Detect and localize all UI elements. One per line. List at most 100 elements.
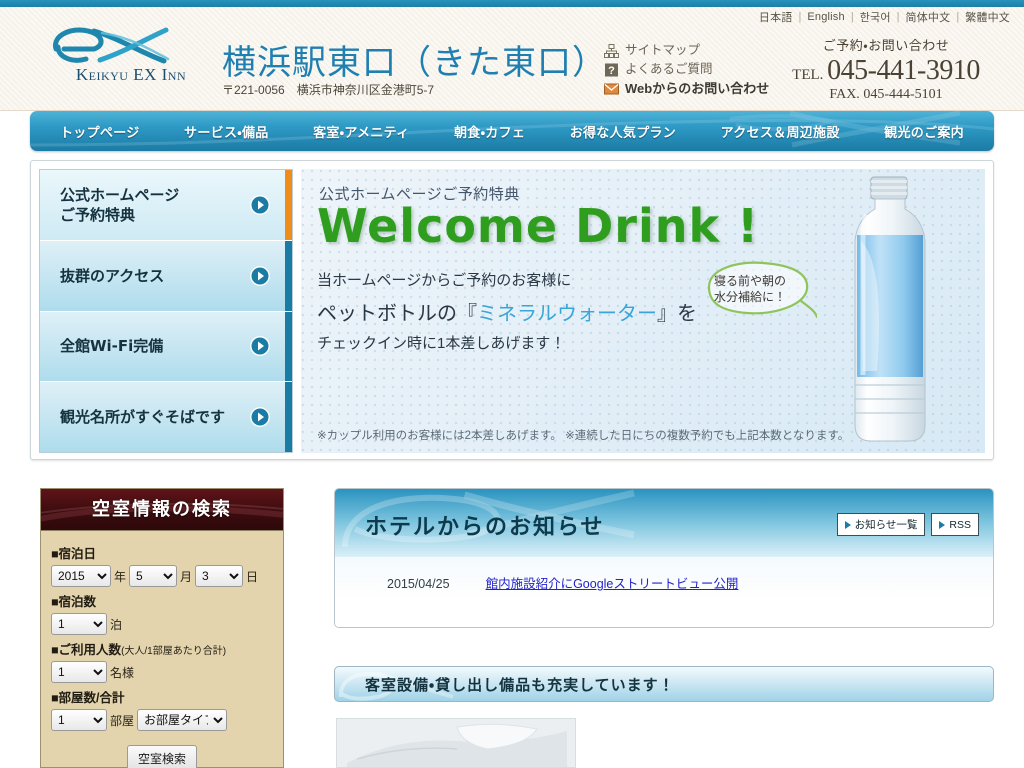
rss-button[interactable]: RSS [931, 513, 979, 536]
news-panel: ホテルからのお知らせ お知らせ一覧 RSS 2015/04/25 館内施設紹介に… [334, 488, 994, 628]
news-list-button[interactable]: お知らせ一覧 [836, 513, 926, 536]
hero-tab-wifi-label: 全館Wi-Fi完備 [60, 337, 164, 356]
site-header: 日本語 | English | 한국어 | 简体中文 | 繁體中文 Keikyu… [0, 7, 1024, 111]
guests-select[interactable]: 1 [51, 661, 107, 683]
site-logo[interactable]: Keikyu EX Inn [36, 23, 226, 99]
news-panel-header: ホテルからのお知らせ お知らせ一覧 RSS [335, 489, 993, 557]
guests-row: 1 名様 [51, 661, 273, 683]
news-list: 2015/04/25 館内施設紹介にGoogleストリートビュー公開 [335, 557, 993, 627]
triangle-right-icon [844, 520, 851, 529]
nav-item-top[interactable]: トップページ [60, 122, 140, 141]
contact-block: ご予約・お問い合わせ TEL. 045-441-3910 FAX. 045-44… [764, 35, 1008, 103]
main-navigation: トップページ サービス・備品 客室・アメニティ 朝食・カフェ お得な人気プラン … [30, 111, 994, 151]
year-unit: 年 [114, 569, 127, 584]
contact-label: ご予約・お問い合わせ [822, 38, 950, 53]
hero-tab-sightseeing-label: 観光名所がすぐそばです [60, 408, 226, 427]
search-panel-title: 空室情報の検索 [92, 499, 232, 520]
room-type-select[interactable]: お部屋タイプ指定 [137, 709, 228, 731]
hero-section: 公式ホームページ ご予約特典 抜群のアクセス 全館Wi-Fi完備 観光名所がすぐ… [30, 160, 994, 460]
rooms-select[interactable]: 1 [51, 709, 107, 731]
day-select[interactable]: 3 [195, 565, 244, 587]
utility-link-sitemap[interactable]: サイトマップ [604, 41, 769, 60]
guests-label-main: ■ご利用人数 [51, 643, 122, 657]
hotel-name: 横浜駅東口（きた東口） [222, 43, 607, 83]
lang-separator: | [798, 11, 802, 23]
hotel-zip: 〒221-0056 [222, 83, 285, 97]
nights-select[interactable]: 1 [51, 613, 107, 635]
ex-logo-mark [53, 27, 170, 64]
pillow-illustration [337, 719, 575, 767]
nav-item-sightseeing[interactable]: 観光のご案内 [884, 122, 964, 141]
nav-item-breakfast[interactable]: 朝食・カフェ [454, 122, 525, 141]
news-list-button-label: お知らせ一覧 [854, 519, 918, 531]
hotel-address-text: 横浜市神奈川区金港町5-7 [296, 83, 435, 97]
hero-tab-official-benefit-label: 公式ホームページ ご予約特典 [60, 185, 180, 224]
lang-separator: | [956, 11, 960, 23]
top-accent-rule [0, 0, 1024, 7]
guests-unit: 名様 [110, 665, 135, 680]
question-icon: ? [605, 63, 618, 77]
utility-link-webcontact[interactable]: Webからのお問い合わせ [604, 79, 769, 98]
rooms-row: 1 部屋 お部屋タイプ指定 [51, 709, 273, 731]
stay-date-label: ■宿泊日 [51, 547, 97, 561]
hero-banner-line2-prefix: ペットボトルの『 [317, 303, 477, 325]
rooms-label: ■部屋数/合計 [51, 691, 125, 705]
arrow-circle-icon [250, 265, 270, 286]
lang-link-zh-tw[interactable]: 繁體中文 [965, 9, 1010, 25]
guests-label-sub: (大人/1部屋あたり合計) [121, 646, 227, 657]
year-select[interactable]: 2015 [51, 565, 111, 587]
hero-tab-edge [285, 311, 292, 382]
hero-banner-notes: ※カップル利用のお客様には2本差しあげます。 ※連続した日にちの複数予約でも上記… [317, 430, 850, 442]
search-submit-button[interactable]: 空室検索 [126, 745, 197, 768]
hero-tab-official-benefit[interactable]: 公式ホームページ ご予約特典 [40, 170, 292, 241]
rss-button-label: RSS [949, 518, 971, 531]
tel-number: 045-441-3910 [827, 55, 980, 86]
sitemap-icon [604, 43, 619, 58]
nights-label: ■宿泊数 [51, 595, 97, 609]
lang-link-en[interactable]: English [807, 11, 844, 23]
hero-banner-line3: チェックイン時に1本差しあげます！ [317, 335, 566, 352]
hero-tab-active-edge [285, 170, 292, 240]
page-root: 日本語 | English | 한국어 | 简体中文 | 繁體中文 Keikyu… [0, 0, 1024, 768]
svg-text:?: ? [608, 65, 615, 77]
lang-link-ko[interactable]: 한국어 [860, 9, 891, 25]
utility-link-faq-label: よくあるご質問 [625, 62, 713, 76]
hero-tab-wifi[interactable]: 全館Wi-Fi完備 [40, 311, 292, 383]
search-panel-body: ■宿泊日 2015 年 5 月 3 日 ■宿泊数 1 泊 ■ご利用人数(大人/1… [41, 531, 283, 768]
logo-wordmark: Keikyu EX Inn [75, 65, 187, 84]
hero-tab-sightseeing[interactable]: 観光名所がすぐそばです [40, 382, 292, 452]
arrow-circle-icon [250, 336, 270, 357]
lang-separator: | [896, 11, 900, 23]
fax-number: 045-444-5101 [863, 87, 943, 102]
hero-banner-line2-suffix: 』を [657, 303, 697, 325]
lower-content: 空室情報の検索 ■宿泊日 2015 年 5 月 3 日 ■宿泊数 1 泊 ■ご利… [0, 470, 1024, 768]
hero-banner-line1: 当ホームページからご予約のお客様に [317, 272, 572, 289]
month-select[interactable]: 5 [129, 565, 178, 587]
hero-banner[interactable]: 公式ホームページご予約特典 Welcome Drink ! 当ホームページからご… [301, 169, 985, 453]
water-bottle-image [854, 176, 926, 442]
news-panel-title: ホテルからのお知らせ [365, 515, 605, 540]
hero-tab-access[interactable]: 抜群のアクセス [40, 240, 292, 312]
nav-item-service[interactable]: サービス・備品 [184, 122, 269, 141]
search-panel-header: 空室情報の検索 [41, 489, 283, 531]
news-item-link[interactable]: 館内施設紹介にGoogleストリートビュー公開 [486, 573, 739, 592]
section-heading-bar: 客室設備・貸し出し備品も充実しています！ [334, 666, 994, 702]
nav-item-plans[interactable]: お得な人気プラン [570, 122, 676, 141]
lang-link-zh-cn[interactable]: 简体中文 [906, 9, 951, 25]
section-heading-title: 客室設備・貸し出し備品も充実しています！ [365, 676, 675, 694]
mail-icon [604, 83, 619, 94]
language-switcher[interactable]: 日本語 | English | 한국어 | 简体中文 | 繁體中文 [759, 9, 1010, 25]
availability-search-panel: 空室情報の検索 ■宿泊日 2015 年 5 月 3 日 ■宿泊数 1 泊 ■ご利… [40, 488, 284, 768]
fax-prefix: FAX. [829, 87, 860, 102]
news-header-buttons: お知らせ一覧 RSS [836, 513, 979, 536]
triangle-right-icon [939, 520, 946, 529]
utility-link-faq[interactable]: ? よくあるご質問 [604, 60, 769, 79]
search-submit-wrap: 空室検索 [51, 745, 273, 768]
news-item: 2015/04/25 館内施設紹介にGoogleストリートビュー公開 [387, 573, 993, 592]
tel-prefix: TEL. [792, 67, 824, 83]
nav-item-access[interactable]: アクセス＆周辺施設 [721, 122, 840, 141]
lang-link-ja[interactable]: 日本語 [759, 9, 793, 25]
arrow-circle-icon [250, 194, 270, 215]
nights-unit: 泊 [110, 617, 123, 632]
nav-item-rooms[interactable]: 客室・アメニティ [313, 122, 409, 141]
